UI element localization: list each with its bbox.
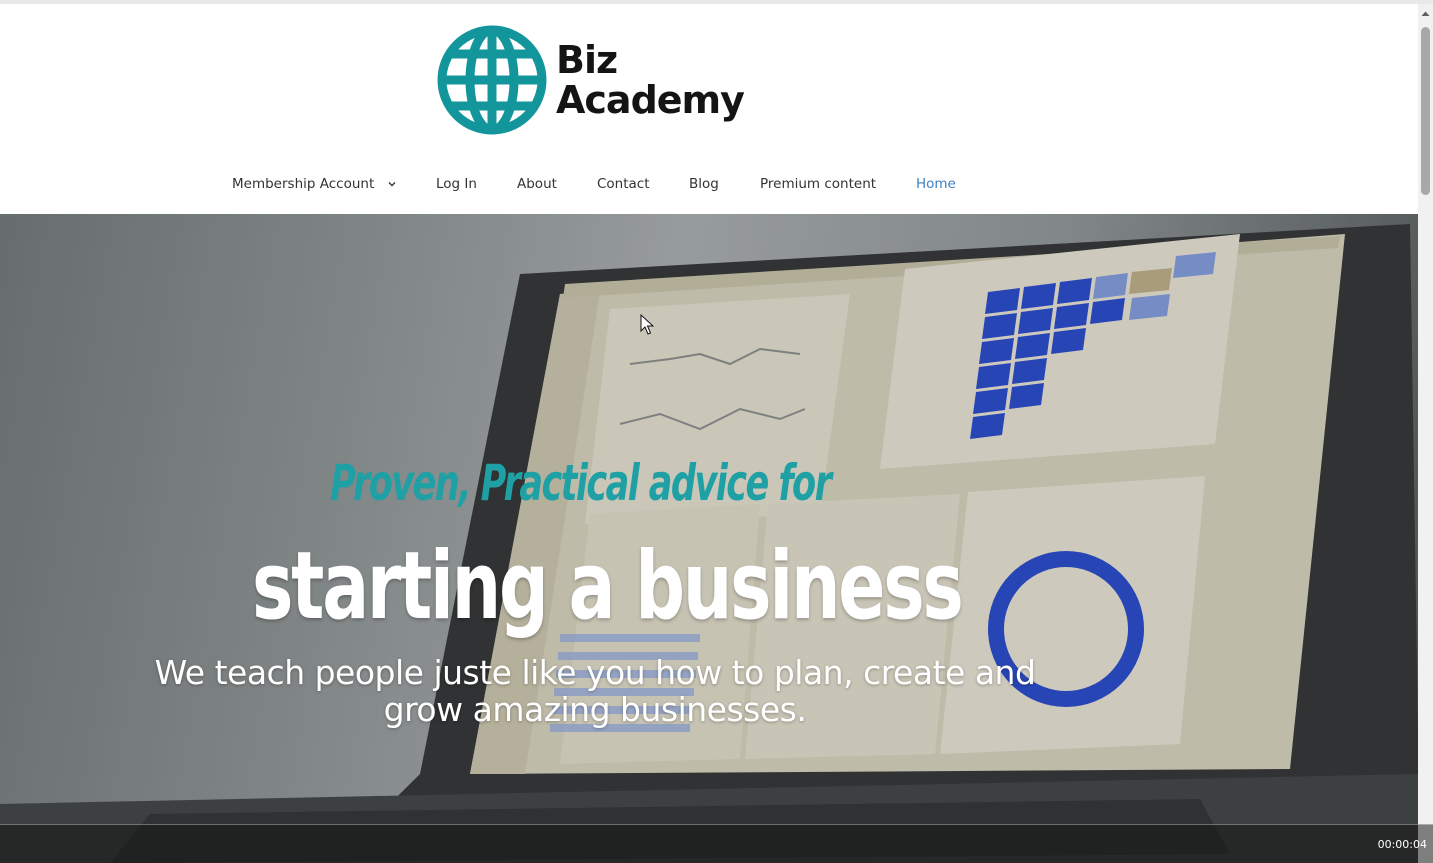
brand-line-2: Academy [556, 78, 745, 122]
hero-headline: starting a business [252, 532, 964, 641]
hero-subtext: We teach people juste like you how to pl… [154, 653, 1036, 729]
nav-item-home[interactable]: Home [916, 172, 956, 196]
globe-icon [437, 25, 547, 135]
mouse-cursor-icon [640, 314, 654, 335]
nav-item-membership-account[interactable]: Membership Account [232, 172, 397, 196]
video-timestamp: 00:00:04 [1377, 838, 1427, 851]
scroll-up-arrow-icon[interactable] [1420, 9, 1431, 19]
nav-item-about[interactable]: About [517, 172, 557, 196]
video-progress-track[interactable] [0, 824, 1433, 825]
site-header: Biz Academy Membership Account Log In Ab… [0, 4, 1418, 214]
hero-tagline: Proven, Practical advice for [330, 454, 832, 512]
nav-label: Membership Account [232, 176, 375, 192]
nav-item-log-in[interactable]: Log In [436, 172, 477, 196]
page: Biz Academy Membership Account Log In Ab… [0, 0, 1433, 863]
brand-name: Biz Academy [556, 38, 745, 122]
nav-item-contact[interactable]: Contact [597, 172, 650, 196]
chevron-down-icon [388, 182, 396, 187]
scrollbar-thumb[interactable] [1421, 27, 1430, 195]
video-control-bar [0, 824, 1433, 863]
hero-banner: Proven, Practical advice for starting a … [0, 214, 1418, 863]
main-nav: Membership Account Log In About Contact … [0, 172, 1418, 196]
nav-item-blog[interactable]: Blog [689, 172, 719, 196]
brand-line-1: Biz [556, 38, 618, 82]
nav-item-premium-content[interactable]: Premium content [760, 172, 876, 196]
site-logo[interactable]: Biz Academy [436, 24, 766, 136]
